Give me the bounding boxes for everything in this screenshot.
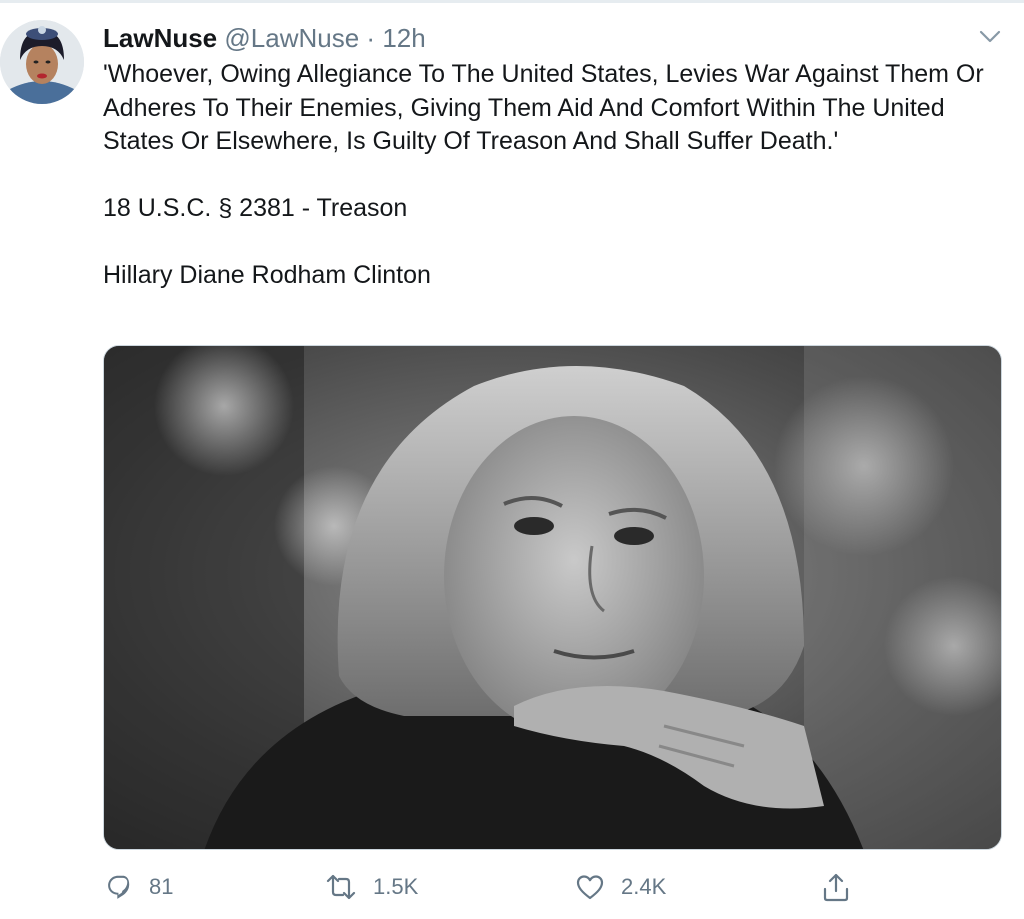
retweet-icon <box>326 874 356 900</box>
chevron-down-icon[interactable] <box>975 22 1005 52</box>
share-button[interactable] <box>821 868 851 906</box>
avatar-image <box>0 20 84 104</box>
tweet-paragraph: 18 U.S.C. § 2381 - Treason <box>103 194 408 222</box>
reply-icon <box>108 875 130 899</box>
display-name[interactable]: LawNuse <box>103 23 217 53</box>
tweet-text: 'Whoever, Owing Allegiance To The United… <box>103 58 1003 293</box>
separator-dot: · <box>366 23 376 53</box>
timestamp[interactable]: 12h <box>382 23 425 53</box>
avatar[interactable] <box>0 20 84 104</box>
reply-button[interactable]: 81 <box>103 868 173 906</box>
portrait-photo <box>104 346 1001 849</box>
reply-count: 81 <box>149 874 174 899</box>
tweet-photo[interactable] <box>103 345 1002 850</box>
tweet-actions: 81 1.5K 2.4K <box>103 868 1003 906</box>
retweet-button[interactable]: 1.5K <box>325 868 418 906</box>
tweet-paragraph: Hillary Diane Rodham Clinton <box>103 261 431 289</box>
like-button[interactable]: 2.4K <box>575 868 666 906</box>
user-handle[interactable]: @LawNuse <box>224 23 359 53</box>
heart-icon <box>576 875 604 900</box>
like-count: 2.4K <box>621 874 667 899</box>
tweet[interactable]: LawNuse @LawNuse · 12h 'Whoever, Owing A… <box>0 0 1024 919</box>
tweet-paragraph: 'Whoever, Owing Allegiance To The United… <box>103 60 990 155</box>
divider <box>0 0 1024 3</box>
retweet-count: 1.5K <box>373 874 419 899</box>
share-icon <box>823 873 849 902</box>
tweet-header: LawNuse @LawNuse · 12h <box>103 22 426 54</box>
